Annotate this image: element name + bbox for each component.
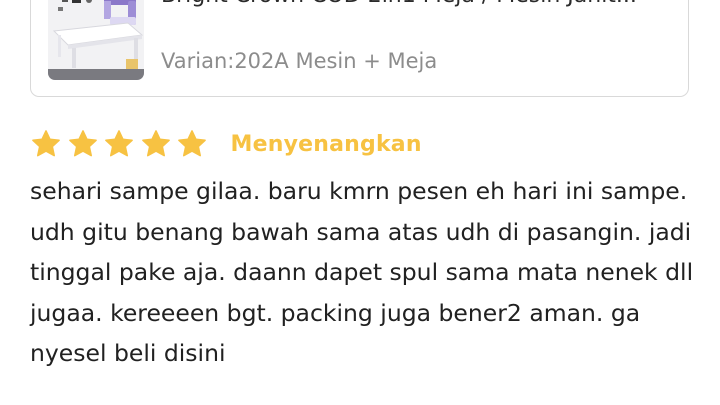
star-icon <box>105 130 133 157</box>
rating-row: Menyenangkan <box>30 126 422 162</box>
star-icon <box>141 130 170 157</box>
star-icon <box>68 130 97 157</box>
rating-label: Menyenangkan <box>230 131 422 157</box>
product-variant: Varian:202A Mesin + Meja <box>161 49 438 73</box>
star-icon <box>178 130 206 157</box>
review-text: sehari sampe gilaa. baru kmrn pesen eh h… <box>30 177 694 367</box>
product-thumbnail[interactable] <box>48 0 144 80</box>
sewing-machine-table-image <box>48 0 144 80</box>
star-rating <box>30 128 213 160</box>
product-card[interactable]: Bright Crown COD 2in1 Meja / Mesin Jahit… <box>30 0 689 97</box>
product-title[interactable]: Bright Crown COD 2in1 Meja / Mesin Jahit… <box>161 0 681 8</box>
star-icon <box>32 130 60 157</box>
